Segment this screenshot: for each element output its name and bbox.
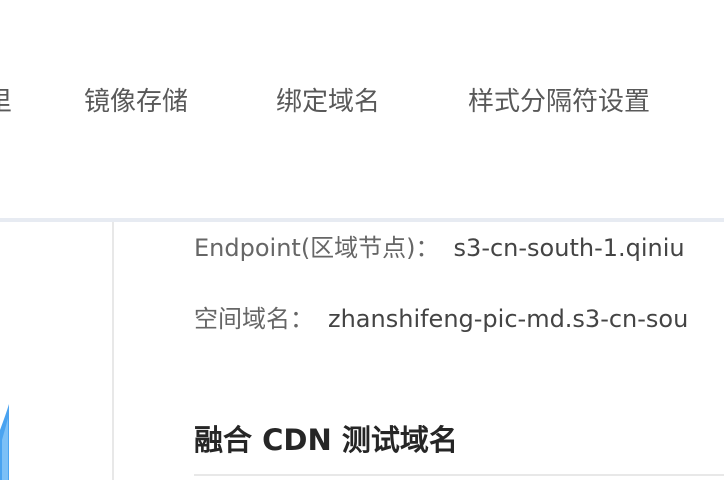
sidebar-border [112, 222, 114, 480]
bucket-settings-page: 里 镜像存储 绑定域名 样式分隔符设置 Endpoint(区域节点)： s3-cn… [0, 0, 724, 480]
bucket-domain-row: 空间域名： zhanshifeng-pic-md.s3-cn-sou [194, 301, 688, 337]
tab-partial[interactable]: 里 [0, 84, 12, 120]
endpoint-value: s3-cn-south-1.qiniu [453, 234, 685, 262]
side-decoration-icon [0, 404, 9, 480]
tab-mirror-storage[interactable]: 镜像存储 [84, 84, 188, 120]
nav-divider [0, 218, 724, 222]
endpoint-label: Endpoint(区域节点)： [194, 234, 440, 262]
tab-style-separator-settings[interactable]: 样式分隔符设置 [468, 84, 650, 120]
tab-bind-domain[interactable]: 绑定域名 [276, 84, 380, 120]
endpoint-row: Endpoint(区域节点)： s3-cn-south-1.qiniu [194, 230, 685, 266]
section-title-cdn-test-domain: 融合 CDN 测试域名 [194, 423, 458, 457]
bucket-domain-label: 空间域名： [194, 305, 314, 333]
bucket-domain-value: zhanshifeng-pic-md.s3-cn-sou [328, 305, 689, 333]
top-navigation: 里 镜像存储 绑定域名 样式分隔符设置 [0, 0, 724, 218]
section-divider [194, 474, 724, 476]
